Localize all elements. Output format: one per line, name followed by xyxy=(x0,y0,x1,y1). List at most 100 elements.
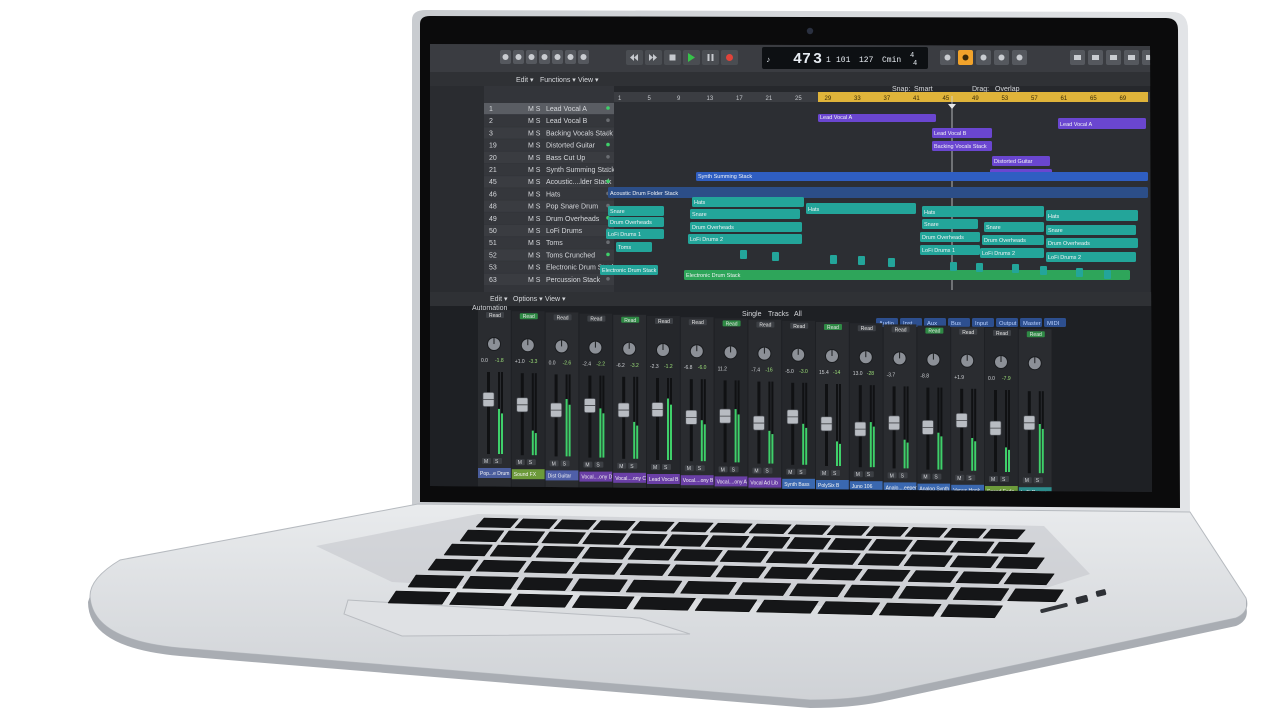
track-name[interactable]: Drum Overheads xyxy=(546,216,600,223)
track-mute-button[interactable]: M S xyxy=(528,277,541,284)
track-name[interactable]: Percussion Stack xyxy=(546,277,601,284)
drag-select[interactable]: Overlap xyxy=(995,86,1020,93)
level-meter xyxy=(602,413,605,458)
track-name[interactable]: Synth Summing Stack xyxy=(546,167,615,174)
peak-value: -7.9 xyxy=(1002,376,1011,382)
track-mute-button[interactable]: M S xyxy=(528,155,541,162)
region-hit[interactable] xyxy=(1040,266,1047,275)
level-meter xyxy=(768,430,771,464)
track-mute-button[interactable]: M S xyxy=(528,265,541,272)
notepad-icon xyxy=(1092,55,1099,60)
region-hit[interactable] xyxy=(1076,268,1083,277)
region-label: Lead Vocal A xyxy=(820,115,852,121)
channel-name: Analog Synth xyxy=(919,487,949,493)
mixer-view-all[interactable]: All xyxy=(794,311,802,318)
replace-icon xyxy=(1016,54,1023,61)
region[interactable] xyxy=(1046,210,1138,221)
region[interactable] xyxy=(922,206,1044,217)
mixer-menu-options[interactable]: Options ▾ xyxy=(513,296,543,303)
track-name[interactable]: Backing Vocals Stack xyxy=(546,130,613,137)
track-mute-button[interactable]: M S xyxy=(528,167,541,174)
region[interactable] xyxy=(692,197,804,207)
level-meter xyxy=(940,436,943,470)
region-label: Acoustic Drum Folder Stack xyxy=(610,191,678,197)
automation-mode-label: Read xyxy=(523,314,535,320)
track-name[interactable]: Acoustic....lder Stack xyxy=(546,179,612,186)
volume-value: -8.8 xyxy=(920,374,929,380)
pause-icon xyxy=(707,54,710,61)
menu-edit[interactable]: Edit ▾ xyxy=(516,77,534,84)
track-mute-button[interactable]: M S xyxy=(528,240,541,247)
track-number: 63 xyxy=(489,277,497,284)
peak-value: -2.6 xyxy=(563,360,572,366)
track-mute-button[interactable]: M S xyxy=(528,143,541,150)
region-hit[interactable] xyxy=(740,250,747,259)
track-mute-button[interactable]: M S xyxy=(528,191,541,198)
region[interactable] xyxy=(806,203,916,214)
region[interactable] xyxy=(608,187,1148,198)
channel-name-plate[interactable] xyxy=(985,486,1018,496)
level-meter xyxy=(501,413,503,454)
pause-button[interactable] xyxy=(702,50,719,65)
channel-strip xyxy=(985,328,1018,490)
channel-name: LoFi Drums xyxy=(1021,490,1047,496)
track-activity-led xyxy=(606,118,610,122)
mixer-view-single[interactable]: Single xyxy=(742,311,762,318)
region-label: Electronic Drum Stack xyxy=(686,273,741,279)
ruler-mark: 49 xyxy=(972,96,979,102)
track-number: 53 xyxy=(489,265,497,272)
track-mute-button[interactable]: M S xyxy=(528,204,541,211)
track-mute-button[interactable]: M S xyxy=(528,216,541,223)
track-name[interactable]: Distorted Guitar xyxy=(546,143,596,150)
track-name[interactable]: Bass Cut Up xyxy=(546,155,585,162)
mixer-filter-label: Input xyxy=(975,321,988,327)
mute-label: M xyxy=(653,465,657,471)
channel-name: PolySix B xyxy=(818,483,840,489)
menu-functions[interactable]: Functions ▾ xyxy=(540,77,576,84)
track-name[interactable]: Toms Crunched xyxy=(546,252,595,259)
level-meter xyxy=(802,423,805,465)
track-name[interactable]: LoFi Drums xyxy=(546,228,583,235)
track-mute-button[interactable]: M S xyxy=(528,130,541,137)
region-hit[interactable] xyxy=(858,256,865,265)
channel-name: Vocal....ony D xyxy=(581,475,612,481)
region-hit[interactable] xyxy=(888,258,895,267)
track-mute-button[interactable]: M S xyxy=(528,179,541,186)
track-activity-led xyxy=(606,252,610,257)
channel-name-plate[interactable] xyxy=(1018,487,1052,497)
cycle-region[interactable] xyxy=(818,92,1148,102)
region[interactable] xyxy=(684,270,1130,280)
mixer-view-tracks[interactable]: Tracks xyxy=(768,311,789,318)
region-label: Drum Overheads xyxy=(1048,241,1090,247)
track-name[interactable]: Lead Vocal B xyxy=(546,118,588,125)
region-label: Synth Summing Stack xyxy=(698,174,752,180)
channel-strip xyxy=(748,319,782,490)
region-hit[interactable] xyxy=(1104,270,1111,279)
region-label: Hats xyxy=(1048,214,1060,220)
lcd-division: 1 xyxy=(826,56,831,65)
menu-view[interactable]: View ▾ xyxy=(578,77,599,84)
track-name[interactable]: Pop Snare Drum xyxy=(546,204,598,211)
mixer-menu-view[interactable]: View ▾ xyxy=(545,296,566,303)
track-mute-button[interactable]: M S xyxy=(528,118,541,125)
track-name[interactable]: Hats xyxy=(546,191,561,198)
mixer-menu-edit[interactable]: Edit ▾ xyxy=(490,296,508,303)
track-mute-button[interactable]: M S xyxy=(528,106,541,113)
snap-select[interactable]: Smart xyxy=(914,86,933,93)
track-mute-button[interactable]: M S xyxy=(528,252,541,259)
region-hit[interactable] xyxy=(976,263,983,272)
track-name[interactable]: Lead Vocal A xyxy=(546,106,587,113)
region-hit[interactable] xyxy=(1012,264,1019,273)
region-hit[interactable] xyxy=(830,255,837,264)
automation-mode-label: Read xyxy=(861,326,873,332)
channel-name: Dist Guitar xyxy=(548,473,572,479)
region-hit[interactable] xyxy=(772,252,779,261)
lcd-tempo: 127 xyxy=(859,56,874,65)
track-mute-button[interactable]: M S xyxy=(528,228,541,235)
region-hit[interactable] xyxy=(950,262,957,271)
track-name[interactable]: Toms xyxy=(546,240,563,247)
region[interactable] xyxy=(696,172,1148,181)
level-meter xyxy=(700,420,703,462)
inspector-icon-glyph xyxy=(515,54,522,60)
mute-label: M xyxy=(585,463,589,469)
